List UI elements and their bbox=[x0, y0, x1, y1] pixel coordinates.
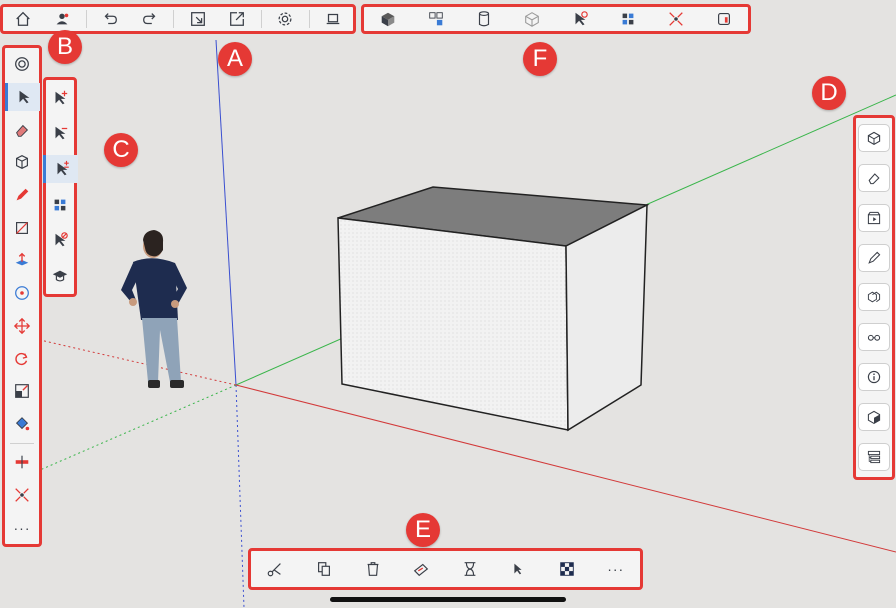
blue-axis-negative bbox=[235, 384, 245, 608]
redo-icon[interactable] bbox=[134, 5, 166, 33]
style-toggle-icon[interactable] bbox=[708, 5, 740, 33]
modeling-viewport[interactable] bbox=[0, 0, 896, 608]
callout-c: C bbox=[104, 133, 138, 167]
more-icon[interactable]: ··· bbox=[6, 514, 38, 542]
info-icon[interactable] bbox=[858, 363, 890, 392]
blue-axis bbox=[215, 39, 237, 386]
home-indicator[interactable] bbox=[330, 597, 566, 602]
select-all-icon[interactable] bbox=[612, 5, 644, 33]
hide-icon[interactable] bbox=[454, 555, 486, 583]
select-tool-icon[interactable] bbox=[4, 83, 40, 112]
components-panel-icon[interactable] bbox=[858, 283, 890, 312]
select-none-icon[interactable] bbox=[564, 5, 596, 33]
zoom-extents-icon[interactable] bbox=[6, 481, 38, 509]
outliner-icon[interactable] bbox=[858, 442, 890, 471]
entity-info-icon[interactable] bbox=[858, 123, 890, 152]
scale-icon[interactable] bbox=[6, 377, 38, 405]
toolbar-d-panels bbox=[853, 115, 895, 480]
display-icon[interactable] bbox=[317, 5, 349, 33]
model-info-icon[interactable] bbox=[6, 50, 38, 78]
styles-icon[interactable] bbox=[858, 403, 890, 432]
views-icon[interactable] bbox=[858, 323, 890, 352]
pencil-icon[interactable] bbox=[6, 181, 38, 209]
select-icon[interactable] bbox=[502, 555, 534, 583]
toolbar-a-main bbox=[0, 4, 356, 34]
scale-figure[interactable] bbox=[121, 230, 187, 388]
toolbar-f-view bbox=[361, 4, 751, 34]
select-toggle-icon[interactable] bbox=[42, 155, 78, 184]
move-icon[interactable] bbox=[6, 312, 38, 340]
home-icon[interactable] bbox=[7, 5, 39, 33]
section-plane-icon[interactable] bbox=[6, 448, 38, 476]
components-icon[interactable] bbox=[420, 5, 452, 33]
import-icon[interactable] bbox=[182, 5, 214, 33]
rectangle-icon[interactable] bbox=[6, 214, 38, 242]
export-icon[interactable] bbox=[221, 5, 253, 33]
callout-d: D bbox=[812, 76, 846, 110]
select-add-icon[interactable] bbox=[44, 84, 76, 112]
box-model[interactable] bbox=[337, 186, 650, 432]
more-icon[interactable]: ··· bbox=[600, 555, 632, 583]
green-axis-negative bbox=[39, 384, 237, 471]
rotate-icon[interactable] bbox=[6, 345, 38, 373]
settings-icon[interactable] bbox=[269, 5, 301, 33]
select-all-icon[interactable] bbox=[44, 191, 76, 219]
cut-icon[interactable] bbox=[259, 555, 291, 583]
paint-icon[interactable] bbox=[405, 555, 437, 583]
deselect-icon[interactable] bbox=[44, 226, 76, 254]
callout-b: B bbox=[48, 30, 82, 64]
box-icon[interactable] bbox=[6, 148, 38, 176]
scenes-icon[interactable] bbox=[858, 203, 890, 232]
box-front-face[interactable] bbox=[337, 217, 569, 431]
copy-icon[interactable] bbox=[308, 555, 340, 583]
tags-icon[interactable] bbox=[858, 163, 890, 192]
cylinder-icon[interactable] bbox=[468, 5, 500, 33]
red-axis-negative bbox=[39, 339, 237, 386]
tape-measure-icon[interactable] bbox=[6, 279, 38, 307]
paint-bucket-icon[interactable] bbox=[6, 410, 38, 438]
toolbar-c-selection bbox=[42, 77, 78, 297]
callout-f: F bbox=[523, 42, 557, 76]
callout-e: E bbox=[406, 513, 440, 547]
delete-icon[interactable] bbox=[357, 555, 389, 583]
select-subtract-icon[interactable] bbox=[44, 119, 76, 147]
materials-icon[interactable] bbox=[858, 243, 890, 272]
solid-style-icon[interactable] bbox=[372, 5, 404, 33]
xray-icon[interactable] bbox=[516, 5, 548, 33]
undo-icon[interactable] bbox=[94, 5, 126, 33]
callout-a: A bbox=[218, 42, 252, 76]
instructor-icon[interactable] bbox=[44, 262, 76, 290]
eraser-icon[interactable] bbox=[6, 116, 38, 144]
checker-icon[interactable] bbox=[551, 555, 583, 583]
push-pull-icon[interactable] bbox=[6, 246, 38, 274]
toolbar-e-context: ··· bbox=[248, 548, 643, 590]
toolbar-b-tools: ··· bbox=[2, 45, 42, 547]
account-icon[interactable] bbox=[46, 5, 78, 33]
zoom-extents-icon[interactable] bbox=[660, 5, 692, 33]
